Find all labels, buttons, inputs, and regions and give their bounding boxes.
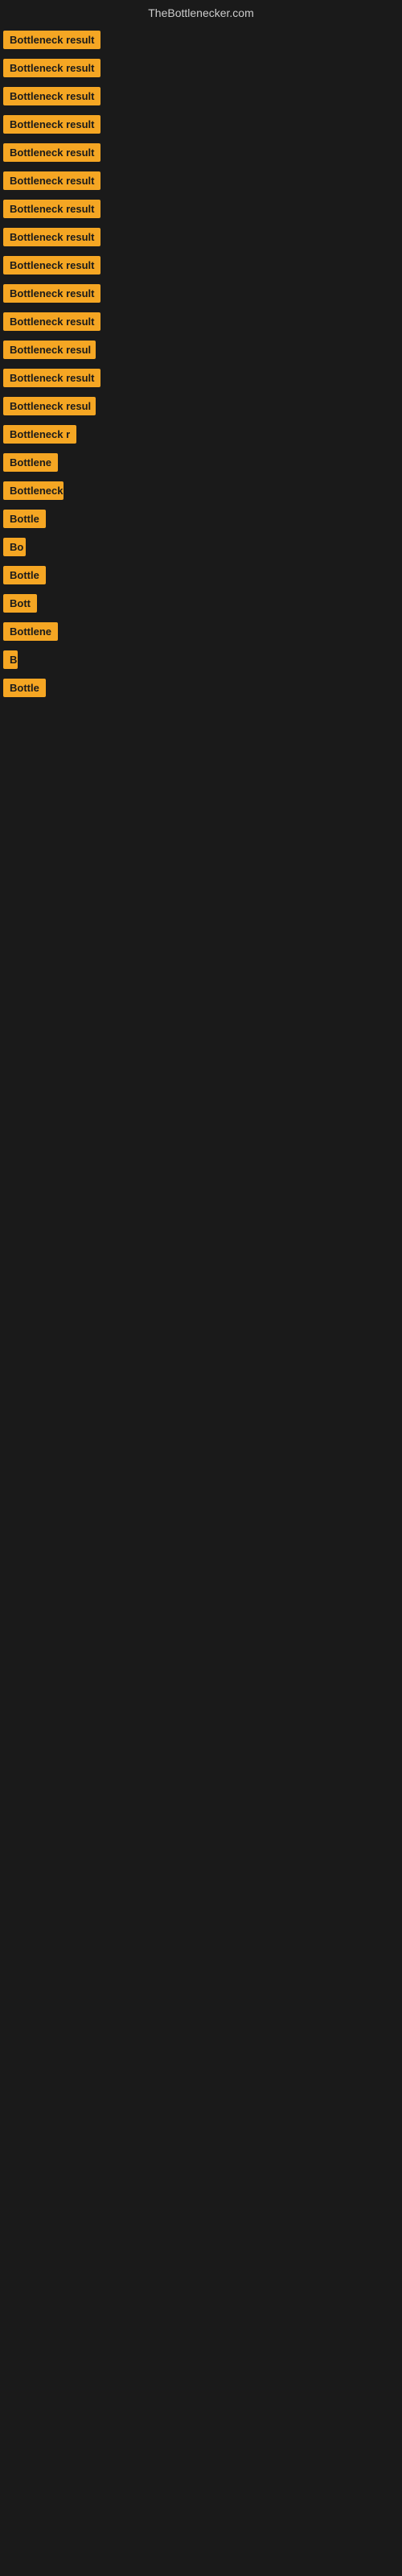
- bottleneck-item-17[interactable]: Bottle: [0, 505, 402, 533]
- bottleneck-badge-3[interactable]: Bottleneck result: [3, 115, 100, 134]
- bottleneck-badge-23[interactable]: Bottle: [3, 679, 46, 697]
- bottleneck-badge-2[interactable]: Bottleneck result: [3, 87, 100, 105]
- bottleneck-item-1[interactable]: Bottleneck result: [0, 54, 402, 82]
- site-title-text: TheBottlenecker.com: [148, 6, 254, 19]
- bottleneck-badge-22[interactable]: B: [3, 650, 18, 669]
- bottleneck-item-23[interactable]: Bottle: [0, 674, 402, 702]
- bottleneck-item-21[interactable]: Bottlene: [0, 617, 402, 646]
- bottleneck-badge-0[interactable]: Bottleneck result: [3, 31, 100, 49]
- bottleneck-badge-11[interactable]: Bottleneck resul: [3, 341, 96, 359]
- bottleneck-item-0[interactable]: Bottleneck result: [0, 26, 402, 54]
- bottleneck-badge-20[interactable]: Bott: [3, 594, 37, 613]
- bottleneck-item-9[interactable]: Bottleneck result: [0, 279, 402, 308]
- bottleneck-item-15[interactable]: Bottlene: [0, 448, 402, 477]
- bottleneck-badge-13[interactable]: Bottleneck resul: [3, 397, 96, 415]
- bottleneck-item-11[interactable]: Bottleneck resul: [0, 336, 402, 364]
- bottleneck-item-20[interactable]: Bott: [0, 589, 402, 617]
- bottleneck-badge-7[interactable]: Bottleneck result: [3, 228, 100, 246]
- bottleneck-badge-5[interactable]: Bottleneck result: [3, 171, 100, 190]
- bottleneck-item-12[interactable]: Bottleneck result: [0, 364, 402, 392]
- bottleneck-item-13[interactable]: Bottleneck resul: [0, 392, 402, 420]
- bottleneck-item-16[interactable]: Bottleneck: [0, 477, 402, 505]
- bottleneck-badge-1[interactable]: Bottleneck result: [3, 59, 100, 77]
- bottleneck-badge-21[interactable]: Bottlene: [3, 622, 58, 641]
- bottleneck-badge-4[interactable]: Bottleneck result: [3, 143, 100, 162]
- bottleneck-badge-15[interactable]: Bottlene: [3, 453, 58, 472]
- bottleneck-badge-10[interactable]: Bottleneck result: [3, 312, 100, 331]
- bottleneck-item-3[interactable]: Bottleneck result: [0, 110, 402, 138]
- bottleneck-badge-8[interactable]: Bottleneck result: [3, 256, 100, 275]
- bottleneck-item-6[interactable]: Bottleneck result: [0, 195, 402, 223]
- bottleneck-badge-16[interactable]: Bottleneck: [3, 481, 64, 500]
- bottleneck-item-14[interactable]: Bottleneck r: [0, 420, 402, 448]
- bottleneck-item-8[interactable]: Bottleneck result: [0, 251, 402, 279]
- bottleneck-badge-12[interactable]: Bottleneck result: [3, 369, 100, 387]
- bottleneck-badge-14[interactable]: Bottleneck r: [3, 425, 76, 444]
- bottleneck-badge-18[interactable]: Bo: [3, 538, 26, 556]
- bottleneck-item-22[interactable]: B: [0, 646, 402, 674]
- bottleneck-item-4[interactable]: Bottleneck result: [0, 138, 402, 167]
- bottleneck-badge-19[interactable]: Bottle: [3, 566, 46, 584]
- bottleneck-item-19[interactable]: Bottle: [0, 561, 402, 589]
- bottleneck-item-18[interactable]: Bo: [0, 533, 402, 561]
- bottleneck-badge-17[interactable]: Bottle: [3, 510, 46, 528]
- bottleneck-item-2[interactable]: Bottleneck result: [0, 82, 402, 110]
- bottleneck-item-7[interactable]: Bottleneck result: [0, 223, 402, 251]
- bottleneck-item-10[interactable]: Bottleneck result: [0, 308, 402, 336]
- bottleneck-badge-9[interactable]: Bottleneck result: [3, 284, 100, 303]
- bottleneck-item-5[interactable]: Bottleneck result: [0, 167, 402, 195]
- site-title: TheBottlenecker.com: [0, 0, 402, 26]
- bottom-spacer: [0, 702, 402, 1346]
- bottleneck-badge-6[interactable]: Bottleneck result: [3, 200, 100, 218]
